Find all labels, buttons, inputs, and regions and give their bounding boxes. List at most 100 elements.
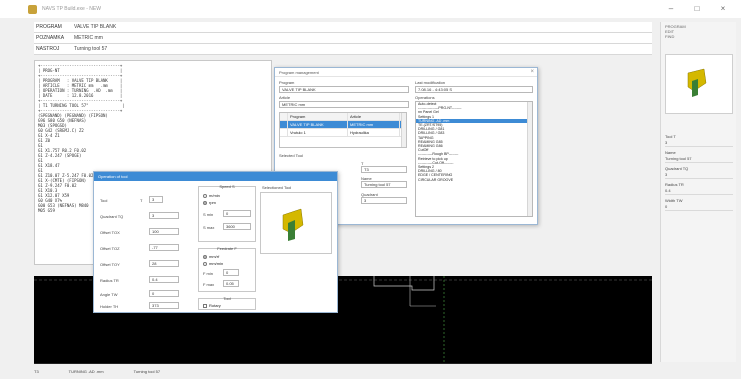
offset-x-label: Offset TOX [100, 230, 120, 235]
app-icon [28, 4, 37, 14]
lastmod-value: 7.08.16 - 4:43:05 S [415, 86, 533, 93]
maximize-button[interactable]: □ [686, 2, 708, 16]
rp-quadrant-value[interactable]: 3 [665, 172, 733, 179]
angle-input[interactable]: 0 [149, 290, 179, 297]
minimize-button[interactable]: – [660, 2, 682, 16]
cell-program: Vrutulo 1 [288, 129, 348, 136]
tool-info-panel: PROGRAM EDIT FIND Tool T 3 Name Turning … [660, 22, 736, 362]
offset-z-label: Offset TOZ [100, 246, 120, 251]
feed-mmmin-option[interactable]: mm/min [203, 261, 223, 266]
feed-group-title: Feedrate F [217, 246, 237, 251]
header-value[interactable]: METRIC mm [74, 35, 103, 41]
column-header-program[interactable]: Program [288, 113, 348, 120]
table-row[interactable]: VALVE TIP BLANK METRIC mm [280, 121, 406, 129]
header-value[interactable]: VALVE TIP BLANK [74, 24, 116, 30]
selected-tool-preview [260, 192, 332, 254]
radio-checked-icon [203, 200, 207, 205]
quadrant-input[interactable]: 3 [361, 197, 407, 204]
operations-list[interactable]: Auto-detect -----------------PRG-NT------… [415, 101, 533, 217]
operations-label: Operations [415, 95, 435, 100]
rp-width-field: Width TW 0 [665, 198, 733, 211]
selected-tool-label: Selectioned Tool [262, 185, 292, 190]
angle-label: Angle TW [100, 292, 118, 297]
right-panel-menu: PROGRAM EDIT FIND [665, 24, 686, 39]
offset-y-label: Offset TOY [100, 262, 120, 267]
menu-item-find[interactable]: FIND [665, 34, 686, 39]
status-tool-name: Turning tool 57 [133, 368, 161, 374]
cell-article: Hydraulika [348, 129, 400, 136]
offset-x-input[interactable]: 100 [149, 228, 179, 235]
close-button[interactable]: × [712, 2, 734, 16]
checkbox-icon [203, 303, 207, 308]
status-bar: T3 TURNING .AD .mm Turning tool 57 [34, 366, 734, 376]
feed-mmrf-label: mm/rf [209, 254, 220, 259]
offset-y-input[interactable]: 28 [149, 260, 179, 267]
speed-rpm-option[interactable]: rpm [203, 200, 216, 205]
rp-tool-value[interactable]: 3 [665, 140, 733, 147]
column-header-marker [280, 113, 288, 120]
rp-width-value[interactable]: 0 [665, 204, 733, 211]
smin-label: S min [203, 212, 214, 217]
holder-input[interactable]: 373 [149, 302, 179, 309]
header-value[interactable]: Turning tool 57 [74, 46, 107, 52]
rp-radius-value[interactable]: 0.4 [665, 188, 733, 195]
header-row-tool: NASTROJ Turning tool 57 [34, 44, 652, 55]
feed-mmrf-option[interactable]: mm/rf [203, 254, 219, 259]
fmin-input[interactable]: 0 [223, 269, 239, 276]
speed-mmin-label: m/min [209, 193, 220, 198]
smax-label: S max [203, 225, 215, 230]
program-table[interactable]: Program Article VALVE TIP BLANK METRIC m… [279, 112, 407, 148]
speed-group: Speed S m/min rpm S min 0 S max 3600 [198, 184, 256, 242]
program-dialog-title: Program management [275, 68, 537, 77]
status-tool: T3 [34, 368, 39, 374]
cell-program: VALVE TIP BLANK [288, 121, 348, 128]
turning-tool-icon [687, 68, 707, 97]
operations-scrollbar[interactable] [527, 102, 532, 216]
feed-group: Feedrate F mm/rf mm/min F min 0 F max 0.… [198, 246, 256, 292]
column-header-article[interactable]: Article [348, 113, 400, 120]
radio-checked-icon [203, 254, 207, 259]
name-input[interactable]: Turning tool 57 [361, 181, 407, 188]
rp-name-field: Name Turning tool 57 [665, 150, 733, 163]
radius-input[interactable]: 0.4 [149, 276, 179, 283]
program-input[interactable]: VALVE TIP BLANK [279, 86, 409, 93]
rp-name-value[interactable]: Turning tool 57 [665, 156, 733, 163]
operation-dialog: Operation of tool Tool T 3 Quadrant TQ 3… [93, 171, 338, 313]
article-input[interactable]: METRIC mm [279, 101, 409, 108]
speed-rpm-label: rpm [209, 200, 216, 205]
tool-group-title: Tool [223, 296, 231, 301]
quadrant-label: Quadrant TQ [100, 214, 124, 219]
table-header: Program Article [280, 113, 406, 121]
header-label: POZNAMKA [36, 35, 65, 41]
fmax-label: F max [203, 282, 215, 287]
smin-input[interactable]: 0 [223, 210, 251, 217]
tool-preview [665, 54, 733, 114]
row-marker [280, 129, 288, 136]
quadrant-input[interactable]: 3 [149, 212, 179, 219]
operation-item[interactable]: CIRCULAR GROOVE [416, 178, 532, 182]
rotary-checkbox[interactable]: Rotary [203, 303, 221, 308]
radio-icon [203, 261, 207, 266]
fmin-label: F min [203, 271, 213, 276]
offset-z-input[interactable]: -77 [149, 244, 179, 251]
t-input[interactable]: T3 [361, 166, 407, 173]
app-window: NAVS TP Build.exe - NEW – □ × PROGRAM VA… [0, 0, 741, 379]
header-label: NASTROJ [36, 46, 60, 52]
fmax-input[interactable]: 0.05 [223, 280, 239, 287]
article-label: Article [279, 95, 291, 100]
table-scrollbar[interactable] [401, 113, 406, 147]
close-icon[interactable]: × [530, 68, 534, 77]
table-row[interactable]: Vrutulo 1 Hydraulika [280, 129, 406, 137]
feed-mmmin-label: mm/min [209, 261, 224, 266]
speed-mmin-option[interactable]: m/min [203, 193, 220, 198]
rp-tool-field: Tool T 3 [665, 134, 733, 147]
rp-radius-field: Radius TR 0.4 [665, 182, 733, 195]
smax-input[interactable]: 3600 [223, 223, 251, 230]
cell-article: METRIC mm [348, 121, 400, 128]
tool-label: Tool [100, 198, 108, 203]
lastmod-label: Last modification [415, 80, 446, 85]
title-bar: NAVS TP Build.exe - NEW – □ × [0, 0, 741, 18]
rotary-label: Rotary [209, 303, 221, 308]
tool-input[interactable]: 3 [149, 196, 163, 203]
operation-dialog-title: Operation of tool [94, 172, 337, 181]
